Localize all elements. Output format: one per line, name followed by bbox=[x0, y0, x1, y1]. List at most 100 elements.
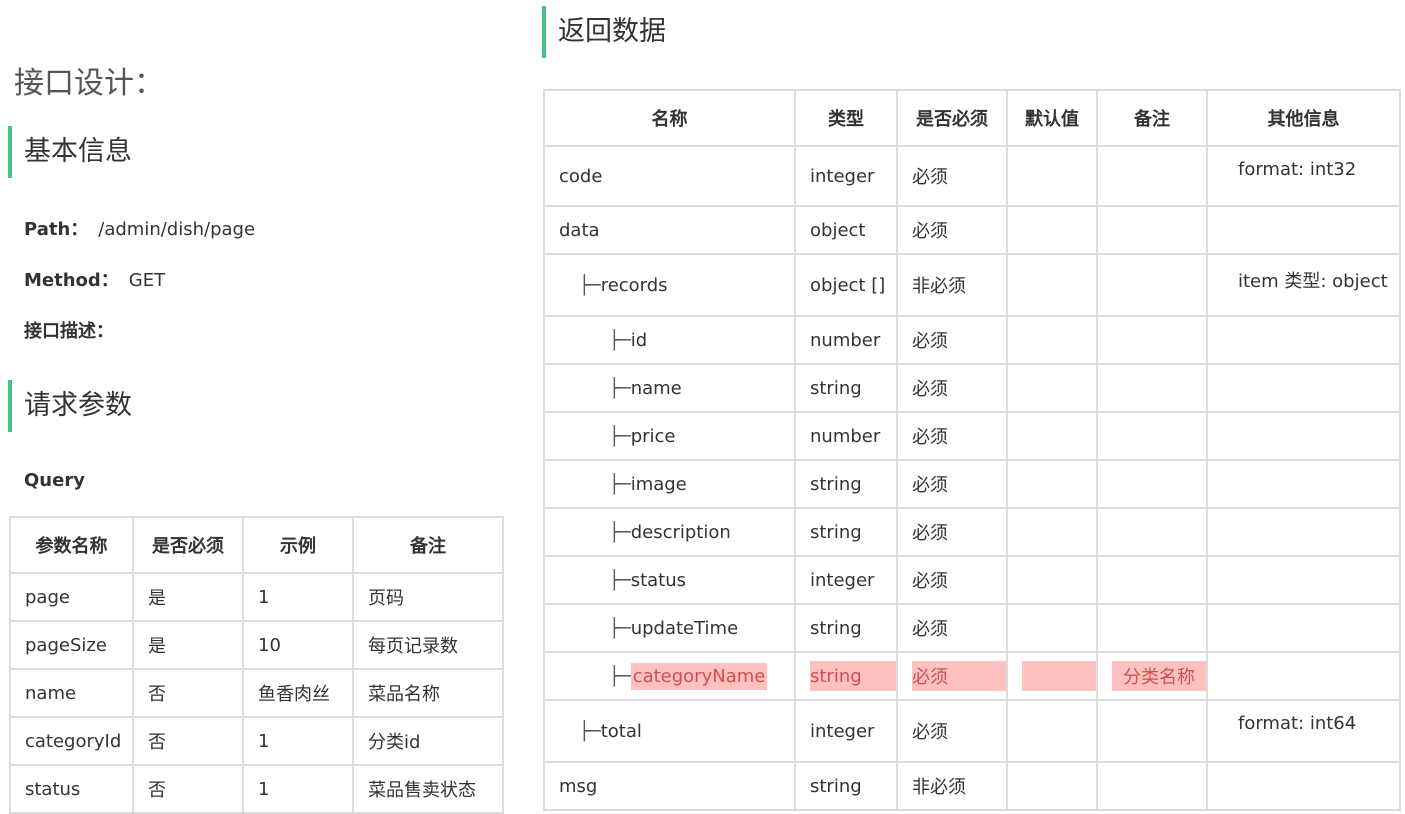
tree-branch-glyph: ├─ bbox=[609, 665, 631, 687]
field-required-cell: 必须 bbox=[896, 555, 1008, 605]
field-required-cell: 必须 bbox=[896, 145, 1008, 207]
field-name-cell: ├─records bbox=[543, 253, 796, 317]
field-type-cell: string bbox=[794, 507, 898, 557]
field-name-cell: ├─ categoryName bbox=[543, 651, 796, 701]
field-remark-cell bbox=[1096, 145, 1208, 207]
table-row: ├─ categoryName string 必须 分类名称 bbox=[543, 651, 1401, 701]
table-row: ├─total integer 必须 format: int64 bbox=[543, 699, 1401, 763]
field-type-cell: string bbox=[794, 651, 898, 701]
method-label: Method： bbox=[24, 270, 119, 291]
table-cell: 页码 bbox=[352, 572, 504, 622]
field-default-cell bbox=[1006, 507, 1098, 557]
response-heading: 返回数据 bbox=[542, 6, 666, 58]
table-row: ├─name string 必须 bbox=[543, 363, 1401, 413]
field-remark-cell bbox=[1096, 363, 1208, 413]
table-row: ├─id number 必须 bbox=[543, 315, 1401, 365]
field-name: records bbox=[600, 274, 668, 296]
field-type-cell: object [] bbox=[794, 253, 898, 317]
tree-branch-glyph: ├─ bbox=[609, 617, 631, 639]
page-title: 接口设计： bbox=[14, 66, 164, 101]
tree-branch-glyph: ├─ bbox=[609, 329, 631, 351]
resp-col-header: 默认值 bbox=[1006, 89, 1098, 147]
right-column: 返回数据 名称 类型 是否必须 默认值 备注 其他信息 code integer 必… bbox=[540, 0, 1405, 813]
resp-col-header: 类型 bbox=[794, 89, 898, 147]
field-extra-cell bbox=[1206, 315, 1401, 365]
path-value: /admin/dish/page bbox=[98, 219, 256, 240]
field-name: id bbox=[630, 329, 648, 351]
field-type-cell: integer bbox=[794, 555, 898, 605]
field-default-cell bbox=[1006, 411, 1098, 461]
field-remark-cell bbox=[1096, 459, 1208, 509]
table-cell: 1 bbox=[242, 764, 354, 814]
field-remark-cell bbox=[1096, 761, 1208, 811]
table-cell: pageSize bbox=[9, 620, 134, 670]
table-row: data object 必须 bbox=[543, 205, 1401, 255]
table-cell: page bbox=[9, 572, 134, 622]
field-name-cell: ├─name bbox=[543, 363, 796, 413]
table-row: categoryId 否 1 分类id bbox=[9, 716, 504, 766]
field-type-cell: number bbox=[794, 411, 898, 461]
field-default-cell bbox=[1006, 363, 1098, 413]
field-remark-cell bbox=[1096, 205, 1208, 255]
field-name-cell: msg bbox=[543, 761, 796, 811]
field-name: categoryName bbox=[630, 662, 768, 690]
field-required-cell: 必须 bbox=[896, 507, 1008, 557]
field-default-cell bbox=[1006, 761, 1098, 811]
path-label: Path： bbox=[24, 219, 89, 240]
field-remark-cell bbox=[1096, 315, 1208, 365]
table-row: ├─records object [] 非必须 item 类型: object bbox=[543, 253, 1401, 317]
tree-branch-glyph: ├─ bbox=[609, 473, 631, 495]
table-row: page 是 1 页码 bbox=[9, 572, 504, 622]
field-name-cell: ├─image bbox=[543, 459, 796, 509]
field-extra-cell bbox=[1206, 651, 1401, 701]
table-cell: 是 bbox=[132, 572, 244, 622]
field-name: image bbox=[630, 473, 687, 495]
desc-label: 接口描述： bbox=[24, 321, 114, 342]
field-name-cell: ├─total bbox=[543, 699, 796, 763]
field-remark-cell bbox=[1096, 603, 1208, 653]
field-extra-cell bbox=[1206, 459, 1401, 509]
table-cell: 菜品售卖状态 bbox=[352, 764, 504, 814]
field-remark-cell bbox=[1096, 555, 1208, 605]
field-extra-cell bbox=[1206, 555, 1401, 605]
field-extra-cell bbox=[1206, 507, 1401, 557]
field-name: status bbox=[630, 569, 686, 591]
field-extra-cell bbox=[1206, 603, 1401, 653]
table-cell: status bbox=[9, 764, 134, 814]
field-extra-cell: format: int32 bbox=[1206, 145, 1401, 207]
field-name: data bbox=[559, 219, 600, 241]
field-extra-cell bbox=[1206, 205, 1401, 255]
table-row: pageSize 是 10 每页记录数 bbox=[9, 620, 504, 670]
tree-branch-glyph: ├─ bbox=[579, 274, 601, 296]
field-default-cell bbox=[1006, 205, 1098, 255]
field-default-cell bbox=[1006, 651, 1098, 701]
response-table-header: 名称 类型 是否必须 默认值 备注 其他信息 bbox=[543, 89, 1401, 147]
table-row: ├─status integer 必须 bbox=[543, 555, 1401, 605]
field-name: name bbox=[630, 377, 682, 399]
field-name-cell: data bbox=[543, 205, 796, 255]
table-cell: 10 bbox=[242, 620, 354, 670]
desc-row: 接口描述： bbox=[24, 317, 114, 343]
field-extra-cell: item 类型: object bbox=[1206, 253, 1401, 317]
table-cell: 否 bbox=[132, 668, 244, 718]
response-table: 名称 类型 是否必须 默认值 备注 其他信息 code integer 必须 form… bbox=[543, 89, 1401, 811]
table-cell: 1 bbox=[242, 716, 354, 766]
field-remark-cell bbox=[1096, 411, 1208, 461]
query-label: Query bbox=[24, 470, 85, 491]
table-cell: 菜品名称 bbox=[352, 668, 504, 718]
table-row: name 否鱼香肉丝 菜品名称 bbox=[9, 668, 504, 718]
field-required-cell: 必须 bbox=[896, 363, 1008, 413]
field-remark-cell: 分类名称 bbox=[1096, 651, 1208, 701]
field-type-cell: string bbox=[794, 761, 898, 811]
field-default-cell bbox=[1006, 699, 1098, 763]
field-default-cell bbox=[1006, 555, 1098, 605]
field-type-cell: string bbox=[794, 603, 898, 653]
field-default-cell bbox=[1006, 603, 1098, 653]
field-name: code bbox=[559, 165, 603, 187]
query-table-header: 参数名称 是否必须 示例 备注 bbox=[9, 516, 504, 574]
field-required-cell: 非必须 bbox=[896, 761, 1008, 811]
field-name-cell: ├─price bbox=[543, 411, 796, 461]
table-cell: 否 bbox=[132, 764, 244, 814]
query-col-header: 是否必须 bbox=[132, 516, 244, 574]
field-name: total bbox=[600, 720, 642, 742]
